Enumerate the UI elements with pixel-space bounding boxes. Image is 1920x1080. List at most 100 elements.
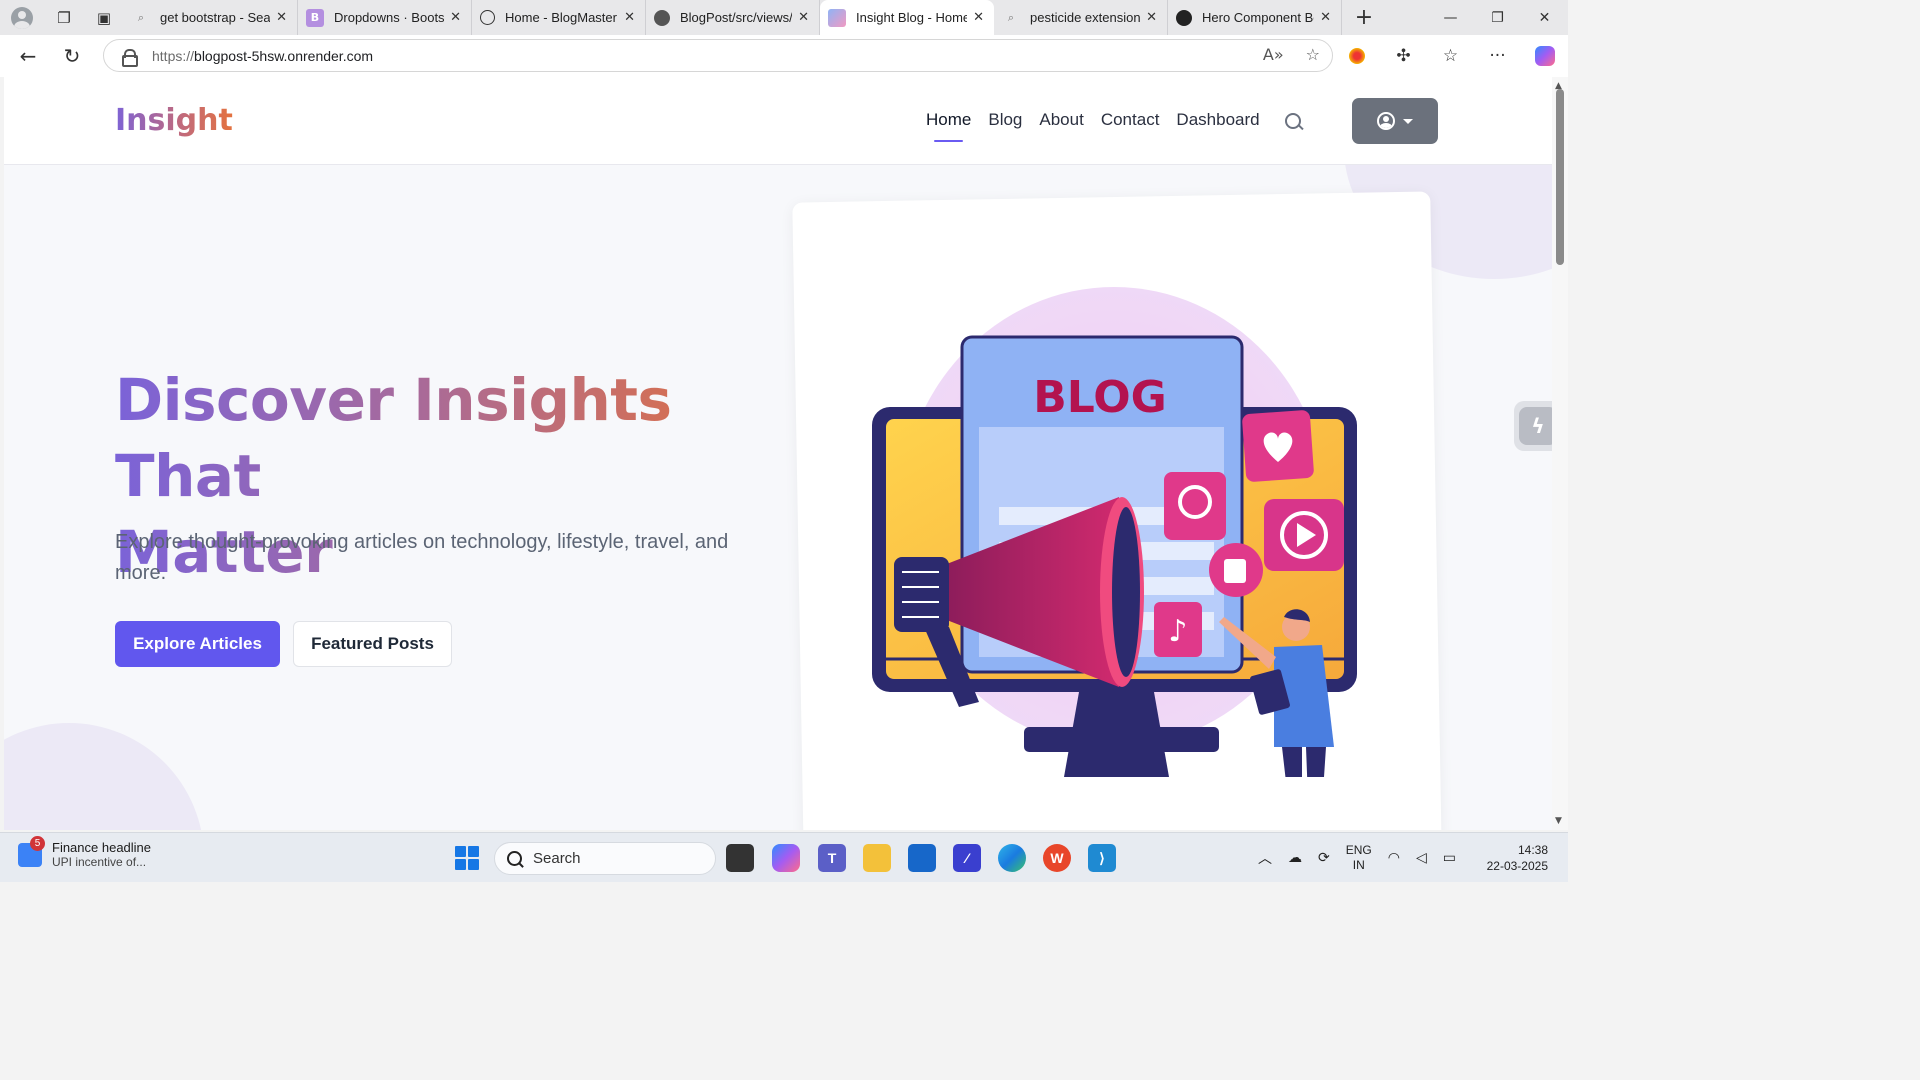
back-button[interactable]: ← bbox=[6, 35, 50, 77]
nav-link-contact[interactable]: Contact bbox=[1101, 110, 1160, 130]
system-tray: ︿ ☁ ⟳ ENG IN ◠ ◁ ▭ bbox=[1258, 833, 1456, 883]
close-window-button[interactable]: ✕ bbox=[1521, 0, 1568, 35]
start-button[interactable] bbox=[455, 846, 479, 870]
tab-pesticide-extension[interactable]: ⌕ pesticide extension ✕ bbox=[994, 0, 1168, 35]
tab-title: Hero Component Bo bbox=[1202, 10, 1315, 25]
news-icon: 5 bbox=[18, 835, 45, 867]
megaphone-mouth-inner bbox=[1112, 507, 1140, 677]
copilot-app-icon[interactable] bbox=[772, 844, 800, 872]
close-tab-icon[interactable]: ✕ bbox=[450, 10, 461, 25]
tab-title: Home - BlogMaster bbox=[505, 10, 617, 25]
address-url: https://blogpost-5hsw.onrender.com bbox=[152, 48, 373, 64]
minimize-button[interactable]: — bbox=[1427, 0, 1474, 35]
language-code: ENG bbox=[1345, 843, 1372, 857]
wps-office-icon[interactable]: W bbox=[1043, 844, 1071, 872]
favorites-icon: ☆ bbox=[1442, 46, 1459, 66]
edge-browser-icon[interactable] bbox=[998, 844, 1026, 872]
featured-posts-button[interactable]: Featured Posts bbox=[293, 621, 452, 667]
close-tab-icon[interactable]: ✕ bbox=[624, 10, 635, 25]
copilot-button[interactable] bbox=[1521, 35, 1568, 77]
lock-icon bbox=[122, 48, 138, 67]
favorite-star-icon[interactable]: ☆ bbox=[1306, 45, 1320, 64]
file-explorer-icon[interactable] bbox=[863, 844, 891, 872]
taskbar-search[interactable]: Search bbox=[494, 842, 716, 875]
extensions-button[interactable]: ✣ bbox=[1380, 35, 1427, 77]
new-tab-button[interactable]: + bbox=[1342, 0, 1386, 35]
news-text: Finance headline UPI incentive of... bbox=[52, 840, 151, 869]
nav-link-home[interactable]: Home bbox=[926, 110, 971, 142]
news-title: Finance headline bbox=[52, 840, 152, 855]
region-code: IN bbox=[1352, 858, 1365, 872]
pen-app-icon[interactable]: ⁄ bbox=[953, 844, 981, 872]
scrollbar-thumb[interactable] bbox=[1556, 89, 1564, 265]
close-tab-icon[interactable]: ✕ bbox=[973, 10, 984, 25]
tab-title: BlogPost/src/views/r bbox=[680, 10, 793, 25]
scroll-down-icon[interactable]: ▼ bbox=[1555, 816, 1562, 826]
windows-logo-tile bbox=[468, 846, 479, 857]
refresh-button[interactable]: ↻ bbox=[50, 35, 94, 77]
close-tab-icon[interactable]: ✕ bbox=[1146, 10, 1157, 25]
workspaces-button[interactable]: ❐ bbox=[44, 0, 84, 35]
search-icon[interactable] bbox=[1284, 112, 1304, 132]
favorites-button[interactable]: ☆ bbox=[1427, 35, 1474, 77]
nav-link-dashboard[interactable]: Dashboard bbox=[1176, 110, 1259, 130]
wifi-icon[interactable]: ◠ bbox=[1388, 850, 1400, 866]
vscode-icon[interactable]: ⟩ bbox=[1088, 844, 1116, 872]
battery-icon[interactable]: ▭ bbox=[1443, 850, 1456, 866]
copilot-icon bbox=[1534, 46, 1555, 66]
toolbar-right-actions: ✣ ☆ ··· bbox=[1333, 35, 1568, 77]
teams-icon[interactable]: T bbox=[818, 844, 846, 872]
onedrive-icon[interactable]: ☁ bbox=[1288, 850, 1302, 866]
url-protocol: https:// bbox=[152, 47, 195, 64]
tab-actions-icon: ▣ bbox=[96, 8, 112, 27]
music-note-glyph: ♪ bbox=[1168, 614, 1187, 649]
extension-badge-icon bbox=[1348, 48, 1365, 64]
tab-actions-button[interactable]: ▣ bbox=[84, 0, 124, 35]
news-widget[interactable]: 5 Finance headline UPI incentive of... bbox=[18, 835, 151, 869]
taskbar-search-placeholder: Search bbox=[533, 850, 581, 867]
tab-list: ⌕ get bootstrap - Search ✕ B Dropdowns ·… bbox=[124, 0, 1342, 35]
clock[interactable]: 14:38 22-03-2025 bbox=[1487, 842, 1548, 874]
volume-icon[interactable]: ◁ bbox=[1416, 850, 1427, 866]
close-tab-icon[interactable]: ✕ bbox=[1320, 10, 1331, 25]
profile-avatar[interactable] bbox=[0, 0, 44, 35]
settings-more-button[interactable]: ··· bbox=[1474, 35, 1521, 77]
monitor-base bbox=[1024, 727, 1219, 752]
main-menu: Home Blog About Contact Dashboard bbox=[926, 110, 1260, 142]
refresh-icon: ↻ bbox=[63, 44, 81, 68]
tab-github-blogpost[interactable]: BlogPost/src/views/r ✕ bbox=[646, 0, 820, 35]
restore-button[interactable]: ❐ bbox=[1474, 0, 1521, 35]
browser-toolbar: ← ↻ https://blogpost-5hsw.onrender.com A… bbox=[0, 35, 1568, 77]
microsoft-store-icon[interactable] bbox=[908, 844, 936, 872]
user-menu-dropdown[interactable] bbox=[1352, 98, 1438, 144]
nav-link-blog[interactable]: Blog bbox=[988, 110, 1022, 130]
address-bar[interactable]: https://blogpost-5hsw.onrender.com A» ☆ bbox=[103, 39, 1333, 72]
language-indicator[interactable]: ENG IN bbox=[1346, 843, 1372, 873]
tab-bootstrap-dropdowns[interactable]: B Dropdowns · Bootstrap ✕ bbox=[298, 0, 472, 35]
tab-insight-blog-home[interactable]: Insight Blog - Home ✕ bbox=[820, 0, 994, 35]
window-controls: — ❐ ✕ bbox=[1427, 0, 1568, 35]
thumbs-up-glyph bbox=[1224, 559, 1246, 583]
hero-subtitle: Explore thought-provoking articles on te… bbox=[115, 531, 729, 584]
show-hidden-icons-icon[interactable]: ︿ bbox=[1258, 848, 1272, 868]
sync-icon[interactable]: ⟳ bbox=[1318, 850, 1330, 866]
tab-get-bootstrap[interactable]: ⌕ get bootstrap - Search ✕ bbox=[124, 0, 298, 35]
workspaces-icon: ❐ bbox=[57, 8, 71, 27]
side-panel-widget[interactable]: ϟ bbox=[1514, 401, 1552, 451]
tab-hero-component[interactable]: Hero Component Bo ✕ bbox=[1168, 0, 1342, 35]
address-bar-actions: A» ☆ bbox=[1263, 45, 1320, 64]
tab-title: pesticide extension bbox=[1030, 10, 1141, 25]
tab-blogmaster[interactable]: Home - BlogMaster ✕ bbox=[472, 0, 646, 35]
task-view-icon[interactable] bbox=[726, 844, 754, 872]
read-aloud-icon[interactable]: A» bbox=[1263, 45, 1284, 64]
extension-button[interactable] bbox=[1333, 35, 1380, 77]
page-scrollbar[interactable]: ▲ ▼ bbox=[1552, 77, 1568, 830]
lightning-icon: ϟ bbox=[1519, 407, 1552, 445]
site-logo[interactable]: Insight bbox=[115, 103, 233, 138]
news-subtitle: UPI incentive of... bbox=[52, 855, 147, 869]
close-tab-icon[interactable]: ✕ bbox=[798, 10, 809, 25]
close-tab-icon[interactable]: ✕ bbox=[276, 10, 287, 25]
explore-articles-button[interactable]: Explore Articles bbox=[115, 621, 280, 667]
decorative-circle bbox=[4, 723, 204, 830]
nav-link-about[interactable]: About bbox=[1039, 110, 1083, 130]
